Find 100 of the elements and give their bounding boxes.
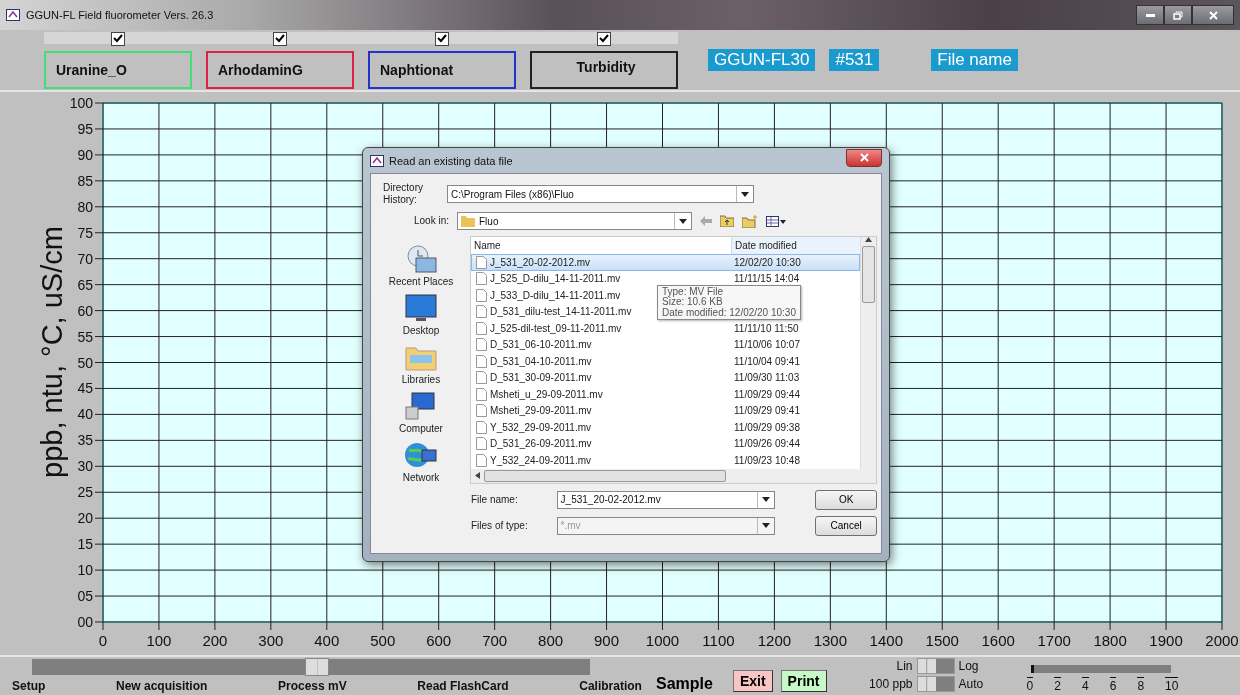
vertical-scrollbar[interactable] bbox=[860, 237, 876, 469]
file-name[interactable]: J_525_D-dilu_14-11-2011.mv bbox=[471, 270, 625, 287]
print-button[interactable]: Print bbox=[780, 670, 827, 692]
place-item[interactable]: Desktop bbox=[402, 325, 440, 336]
minimize-button[interactable] bbox=[1136, 5, 1164, 25]
x-tick-label: 1500 bbox=[925, 632, 959, 649]
close-button[interactable] bbox=[1192, 5, 1234, 25]
close-button[interactable] bbox=[846, 148, 882, 167]
x-tick-label: 400 bbox=[314, 632, 340, 649]
file-date: 11/09/29 09:41 bbox=[733, 404, 801, 419]
tooltip-line: Type: MV File bbox=[662, 287, 725, 298]
cancel-button[interactable]: Cancel bbox=[815, 515, 877, 536]
file-icon bbox=[476, 255, 487, 269]
file-name[interactable]: D_531_26-09-2011.mv bbox=[471, 435, 596, 452]
channel-button[interactable]: Uranine_O bbox=[44, 50, 192, 89]
file-icon bbox=[476, 321, 487, 335]
y-tick-label: 20 bbox=[77, 510, 93, 527]
y-tick-label: 85 bbox=[77, 172, 93, 189]
checkbox[interactable] bbox=[597, 31, 611, 46]
checkbox[interactable] bbox=[435, 31, 449, 46]
ok-button[interactable]: OK bbox=[815, 489, 877, 510]
y-tick-label: 40 bbox=[77, 406, 93, 423]
y-tick-label: 45 bbox=[77, 380, 93, 397]
caret-icon bbox=[762, 523, 771, 528]
globe-icon bbox=[404, 440, 438, 470]
file-date: 11/11/15 14:04 bbox=[733, 272, 801, 287]
scroll-left-icon[interactable] bbox=[475, 472, 480, 479]
channel-button[interactable]: ArhodaminG bbox=[206, 50, 354, 89]
column-header[interactable]: Date modified bbox=[731, 237, 860, 254]
meter-tick-label: 4 bbox=[1081, 677, 1089, 693]
x-tick-label: 1900 bbox=[1149, 632, 1183, 649]
x-tick-label: 1800 bbox=[1093, 632, 1127, 649]
file-name[interactable]: J_525-dil-test_09-11-2011.mv bbox=[471, 320, 626, 337]
caret-icon bbox=[762, 497, 771, 502]
place-item[interactable]: Recent Places bbox=[388, 276, 454, 287]
place-item[interactable]: Network bbox=[402, 472, 440, 483]
y-tick-label: 25 bbox=[77, 484, 93, 501]
toggle-label: Auto bbox=[958, 677, 985, 691]
scroll-up-icon[interactable] bbox=[865, 237, 872, 242]
y-tick-label: 80 bbox=[77, 198, 93, 215]
maximize-button[interactable] bbox=[1164, 5, 1192, 25]
caret-icon bbox=[679, 218, 687, 224]
restore-icon bbox=[1173, 10, 1183, 20]
field-label: Look in: bbox=[412, 215, 449, 227]
y-tick-label: 70 bbox=[77, 250, 93, 267]
tooltip-line: Date modified: 12/02/20 10:30 bbox=[662, 307, 796, 318]
column-header[interactable]: Name bbox=[471, 237, 731, 254]
y-tick-label: 50 bbox=[77, 354, 93, 371]
place-item[interactable]: Computer bbox=[399, 423, 443, 434]
new-folder-icon[interactable] bbox=[742, 214, 758, 228]
file-name[interactable]: Msheti_29-09-2011.mv bbox=[471, 402, 596, 419]
file-name[interactable]: J_533_D-dilu_14-11-2011.mv bbox=[471, 287, 625, 304]
view-menu-icon[interactable] bbox=[766, 215, 786, 227]
y-tick-label: 95 bbox=[77, 120, 93, 137]
horizontal-scrollbar[interactable] bbox=[471, 468, 876, 483]
y-tick-label: 65 bbox=[77, 276, 93, 293]
place-item[interactable]: Libraries bbox=[401, 374, 441, 385]
file-name[interactable]: J_531_20-02-2012.mv bbox=[471, 254, 731, 271]
file-name[interactable]: Y_532_29-09-2011.mv bbox=[471, 419, 595, 436]
look-in-dropdown[interactable]: Fluo bbox=[457, 212, 692, 230]
channel-button[interactable]: Naphtionat bbox=[368, 50, 516, 89]
file-icon bbox=[476, 437, 487, 451]
file-icon bbox=[476, 371, 487, 385]
file-date: 11/09/23 10:48 bbox=[733, 453, 801, 468]
y-tick-label: 100 bbox=[69, 95, 93, 111]
slider-thumb[interactable] bbox=[304, 658, 329, 676]
dialog-title: Read an existing data file bbox=[389, 154, 514, 167]
minimize-icon bbox=[1145, 13, 1155, 17]
file-icon bbox=[476, 453, 487, 467]
meter-tick-label: 6 bbox=[1109, 677, 1117, 693]
file-name[interactable]: D_531_dilu-test_14-11-2011.mv bbox=[471, 303, 636, 320]
file-date: 11/09/26 09:44 bbox=[733, 437, 801, 452]
toggle-label: 100 ppb bbox=[868, 677, 913, 691]
checkbox[interactable] bbox=[111, 31, 125, 46]
directory-dropdown[interactable]: C:\Program Files (x86)\Fluo bbox=[447, 185, 754, 203]
file-name[interactable]: Msheti_u_29-09-2011.mv bbox=[471, 386, 607, 403]
x-tick-label: 1100 bbox=[702, 632, 735, 649]
mode-slider[interactable] bbox=[32, 659, 590, 675]
computer-icon bbox=[404, 391, 438, 421]
file-name[interactable]: D_531_30-09-2011.mv bbox=[471, 369, 596, 386]
scrollbar-thumb[interactable] bbox=[862, 246, 875, 303]
field-label: File name: bbox=[471, 493, 519, 506]
file-name[interactable]: D_531_06-10-2011.mv bbox=[471, 336, 596, 353]
slider-label: New acquisition bbox=[115, 680, 208, 693]
toggle-switch[interactable] bbox=[916, 676, 955, 692]
folder-icon bbox=[461, 215, 475, 227]
file-list[interactable] bbox=[470, 236, 877, 484]
folder-up-icon[interactable] bbox=[720, 215, 734, 227]
toggle-switch[interactable] bbox=[916, 658, 955, 674]
exit-button[interactable]: Exit bbox=[732, 670, 773, 692]
channel-button[interactable]: Turbidity bbox=[530, 50, 678, 89]
y-tick-label: 90 bbox=[77, 146, 93, 163]
file-date: 11/09/30 11:03 bbox=[733, 371, 801, 386]
file-name[interactable]: Y_532_24-09-2011.mv bbox=[471, 452, 595, 469]
checkbox[interactable] bbox=[273, 31, 287, 46]
scrollbar-thumb[interactable] bbox=[484, 469, 726, 482]
slider-label: Read FlashCard bbox=[417, 680, 509, 693]
file-name[interactable]: D_531_04-10-2011.mv bbox=[471, 353, 596, 370]
x-tick-label: 0 bbox=[98, 632, 108, 649]
file-name-field[interactable]: J_531_20-02-2012.mv bbox=[556, 490, 776, 509]
